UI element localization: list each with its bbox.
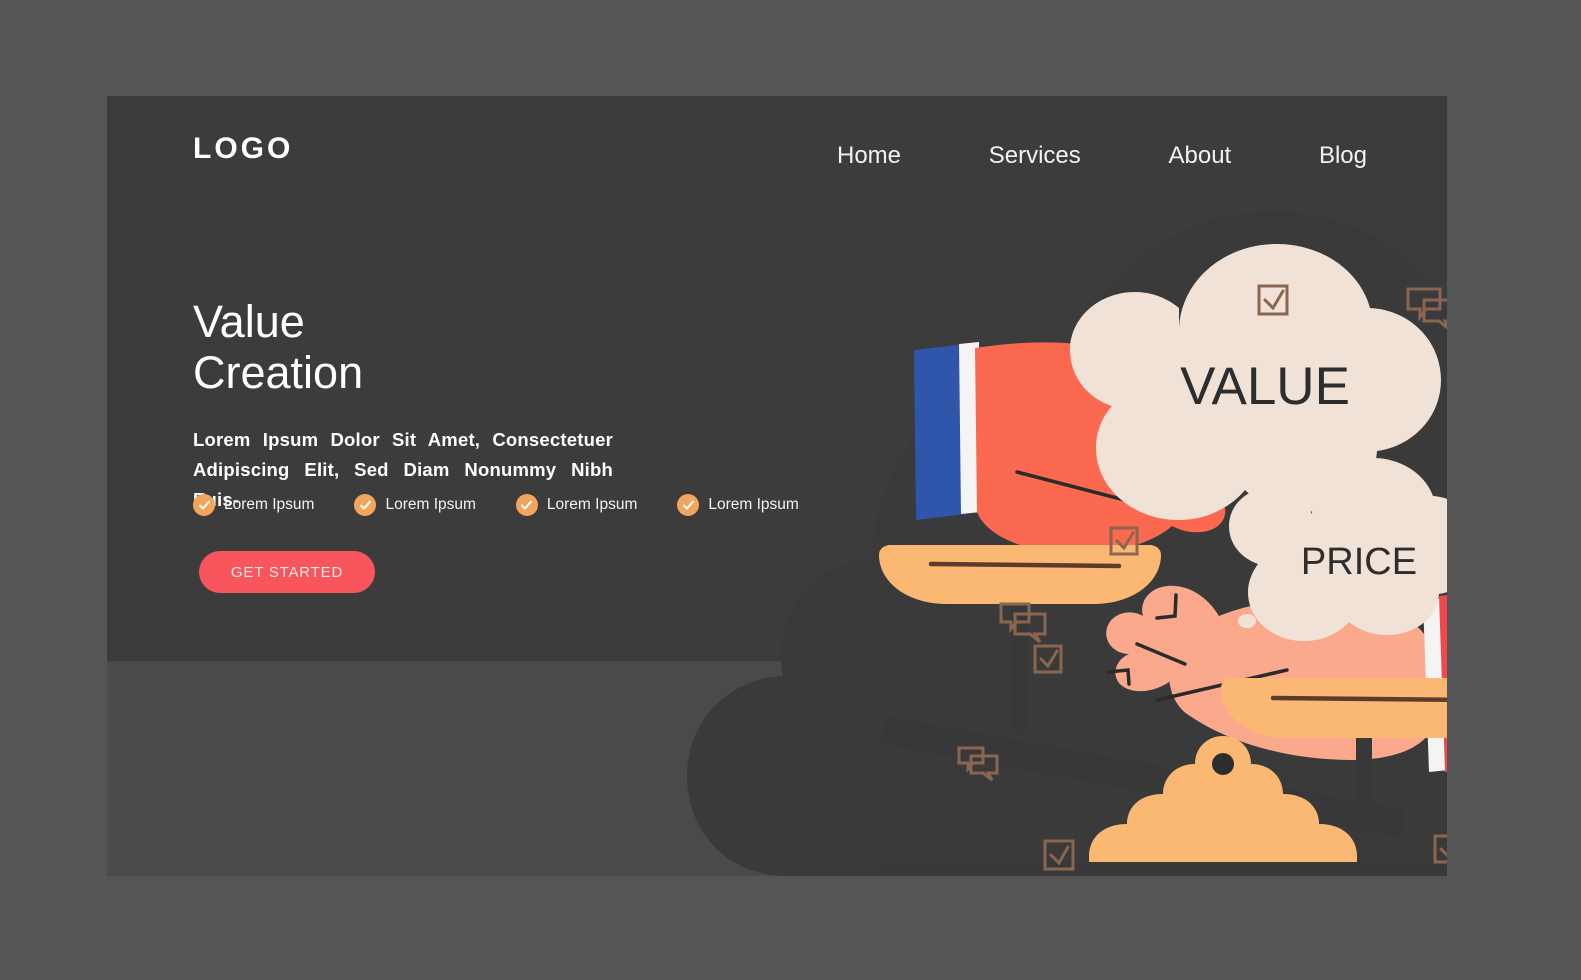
- pedestal-pivot: [1212, 753, 1234, 775]
- page-root: VALUE PRICE LOGO Home Services About Blo…: [0, 0, 1581, 980]
- page-title-line-2: Creation: [193, 347, 364, 399]
- list-item: Lorem Ipsum: [515, 494, 638, 516]
- feature-label: Lorem Ipsum: [224, 496, 315, 513]
- nav-item-home[interactable]: Home: [837, 142, 901, 170]
- check-circle-icon: [193, 494, 215, 516]
- nav-item-blog[interactable]: Blog: [1319, 142, 1367, 170]
- landing-page-card: VALUE PRICE LOGO Home Services About Blo…: [107, 96, 1447, 876]
- get-started-button[interactable]: GET STARTED: [199, 551, 375, 593]
- logo[interactable]: LOGO: [193, 132, 293, 166]
- left-pan-line: [928, 561, 1122, 569]
- nav-item-about[interactable]: About: [1169, 142, 1232, 170]
- page-title: Value Creation: [193, 296, 733, 399]
- blue-suit-cuff: [914, 344, 967, 520]
- check-circle-icon: [354, 494, 377, 516]
- check-circle-icon: [677, 494, 700, 516]
- main-navigation: Home Services About Blog: [837, 136, 1367, 176]
- feature-label: Lorem Ipsum: [546, 496, 638, 513]
- price-bubble-label: PRICE: [1301, 541, 1417, 583]
- price-bubble-dot-small: [1238, 614, 1256, 628]
- hero-copy: Value Creation Lorem Ipsum Dolor Sit Ame…: [193, 296, 733, 515]
- value-price-illustration: VALUE PRICE: [667, 96, 1447, 876]
- feature-label: Lorem Ipsum: [385, 496, 476, 513]
- right-pan: [1221, 678, 1447, 738]
- list-item: Lorem Ipsum: [677, 494, 799, 516]
- list-item: Lorem Ipsum: [354, 494, 476, 516]
- value-bubble-label: VALUE: [1180, 357, 1350, 416]
- right-pan-line: [1270, 695, 1447, 703]
- list-item: Lorem Ipsum: [193, 494, 314, 516]
- nav-item-services[interactable]: Services: [989, 142, 1081, 170]
- feature-list: Lorem Ipsum Lorem Ipsum Lorem Ipsum Lore…: [193, 494, 799, 516]
- page-title-line-1: Value: [193, 296, 305, 347]
- price-bubble-dot-large: [1250, 582, 1278, 604]
- check-circle-icon: [515, 494, 538, 516]
- feature-label: Lorem Ipsum: [708, 496, 799, 513]
